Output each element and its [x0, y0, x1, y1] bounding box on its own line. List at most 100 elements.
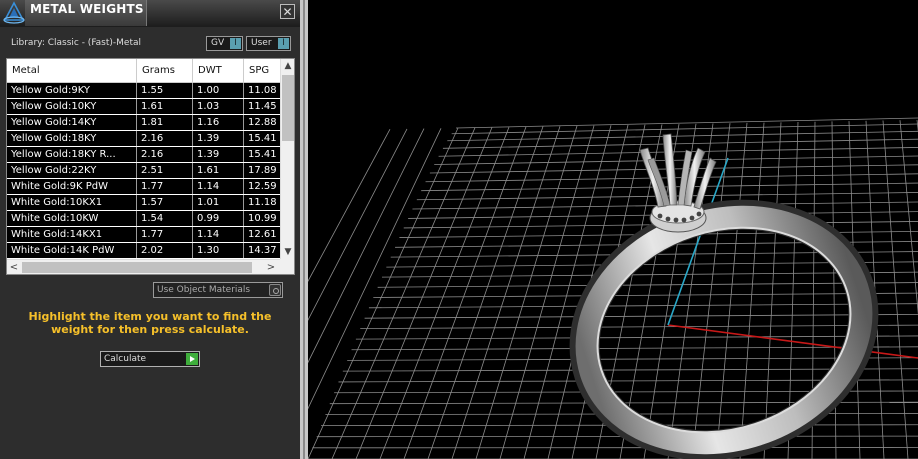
column-header-metal[interactable]: Metal: [7, 59, 137, 82]
column-header-spg[interactable]: SPG: [244, 59, 284, 82]
grams-cell: 1.61: [137, 99, 193, 114]
scrollbar-corner: [280, 259, 294, 274]
grams-cell: 2.02: [137, 243, 193, 258]
metal-cell: White Gold:10KW: [7, 211, 137, 226]
table-row[interactable]: White Gold:9K PdW 1.77 1.14 12.59: [7, 179, 280, 194]
spg-cell: 15.41: [248, 149, 277, 160]
dwt-cell: 1.01: [193, 195, 244, 210]
table-row[interactable]: White Gold:14K PdW 2.02 1.30 14.37: [7, 243, 280, 258]
spg-cell: 12.59: [248, 181, 277, 192]
table-row[interactable]: Yellow Gold:18KY R... 2.16 1.39 15.41: [7, 147, 280, 162]
metal-cell: White Gold:9K PdW: [7, 179, 137, 194]
grams-cell: 1.77: [137, 179, 193, 194]
grid-line: [715, 122, 748, 459]
scroll-down-icon[interactable]: ▼: [281, 245, 294, 259]
use-object-materials-radio-icon[interactable]: [269, 284, 281, 296]
app-logo-icon: [3, 1, 25, 24]
metal-cell: White Gold:14KX1: [7, 227, 137, 242]
scroll-up-icon[interactable]: ▲: [281, 59, 294, 73]
dwt-cell: 1.00: [193, 83, 244, 98]
ring-model[interactable]: [554, 133, 893, 459]
table-row[interactable]: Yellow Gold:18KY 2.16 1.39 15.41: [7, 131, 280, 146]
dwt-cell: 1.16: [193, 115, 244, 130]
dwt-cell: 1.39: [193, 147, 244, 162]
column-header-dwt[interactable]: DWT: [193, 59, 244, 82]
grid-line: [308, 127, 459, 459]
gv-toggle[interactable]: GV I: [206, 36, 243, 51]
table-row[interactable]: White Gold:14KX1 1.77 1.14 12.61: [7, 227, 280, 242]
vertical-scroll-thumb[interactable]: [282, 75, 294, 141]
dwt-cell: 1.14: [193, 179, 244, 194]
grid-line: [373, 292, 918, 298]
grid-line: [739, 122, 765, 459]
scroll-right-icon[interactable]: >: [264, 260, 278, 274]
spg-cell: 15.41: [248, 133, 277, 144]
table-row[interactable]: Yellow Gold:9KY 1.55 1.00 11.08: [7, 83, 280, 98]
table-row[interactable]: Yellow Gold:22KY 2.51 1.61 17.89: [7, 163, 280, 178]
play-arrow-icon[interactable]: [186, 353, 198, 365]
dwt-cell: 1.14: [193, 227, 244, 242]
panel-divider-line: [303, 0, 305, 459]
grid-line: [308, 129, 391, 282]
close-button[interactable]: ✕: [280, 4, 295, 19]
grams-cell: 1.55: [137, 83, 193, 98]
panel-titlebar: METAL WEIGHTS ✕: [0, 0, 300, 27]
grid-line: [308, 128, 408, 321]
metal-table: Metal Grams DWT SPG Yellow Gold:9KY 1.55 1…: [6, 58, 295, 275]
grams-cell: 1.57: [137, 195, 193, 210]
spg-cell: 11.18: [248, 197, 277, 208]
grid-line: [882, 120, 909, 459]
3d-viewport[interactable]: [308, 0, 918, 459]
grams-cell: 1.54: [137, 211, 193, 226]
metal-cell: Yellow Gold:22KY: [7, 163, 137, 178]
table-row[interactable]: White Gold:10KW 1.54 0.99 10.99: [7, 211, 280, 226]
user-toggle-label: User: [251, 38, 272, 48]
dwt-cell: 1.03: [193, 99, 244, 114]
table-body: Yellow Gold:9KY 1.55 1.00 11.08 Yellow Gold:…: [7, 83, 280, 259]
dwt-cell: 1.39: [193, 131, 244, 146]
grid-line: [316, 435, 918, 438]
grid-line: [364, 313, 918, 319]
vertical-scrollbar[interactable]: ▲ ▼: [280, 59, 294, 259]
calculate-button[interactable]: Calculate: [100, 351, 200, 367]
metal-cell: White Gold:10KX1: [7, 195, 137, 210]
grams-cell: 1.81: [137, 115, 193, 130]
gv-toggle-knob: I: [230, 38, 241, 49]
use-object-materials-toggle[interactable]: Use Object Materials: [153, 282, 283, 298]
grams-cell: 2.16: [137, 131, 193, 146]
library-label: Library: Classic - (Fast)-Metal: [11, 38, 142, 48]
grid-line: [308, 128, 442, 410]
metal-cell: Yellow Gold:18KY R...: [7, 147, 137, 162]
table-row[interactable]: Yellow Gold:14KY 1.81 1.16 12.88: [7, 115, 280, 130]
metal-weights-panel: METAL WEIGHTS ✕ Library: Classic - (Fast…: [0, 0, 300, 459]
grid-line: [442, 138, 918, 149]
viewport-canvas[interactable]: [308, 0, 918, 459]
horizontal-scrollbar[interactable]: < >: [7, 259, 280, 274]
grams-cell: 1.77: [137, 227, 193, 242]
spg-cell: 11.45: [248, 101, 277, 112]
table-row[interactable]: White Gold:10KX1 1.57 1.01 11.18: [7, 195, 280, 210]
metal-cell: Yellow Gold:18KY: [7, 131, 137, 146]
panel-title: METAL WEIGHTS: [30, 2, 144, 16]
grid-line: [379, 126, 510, 459]
grid-line: [763, 122, 782, 459]
grid-line: [475, 125, 578, 459]
grid-line: [331, 127, 476, 459]
spg-cell: 11.08: [248, 85, 277, 96]
horizontal-scroll-thumb[interactable]: [22, 262, 252, 273]
grid-line: [899, 120, 918, 316]
grid-line: [403, 126, 527, 459]
spg-cell: 12.61: [248, 229, 277, 240]
dwt-cell: 1.61: [193, 163, 244, 178]
grid-line: [451, 123, 918, 135]
panel-title-tab[interactable]: METAL WEIGHTS: [25, 0, 147, 26]
gv-toggle-label: GV: [211, 38, 225, 48]
dwt-cell: 1.30: [193, 243, 244, 258]
column-header-grams[interactable]: Grams: [137, 59, 193, 82]
table-row[interactable]: Yellow Gold:10KY 1.61 1.03 11.45: [7, 99, 280, 114]
use-object-materials-label: Use Object Materials: [157, 285, 251, 295]
user-toggle[interactable]: User I: [246, 36, 291, 51]
grid-line: [355, 127, 493, 459]
grams-cell: 2.16: [137, 147, 193, 162]
scroll-left-icon[interactable]: <: [7, 260, 21, 274]
